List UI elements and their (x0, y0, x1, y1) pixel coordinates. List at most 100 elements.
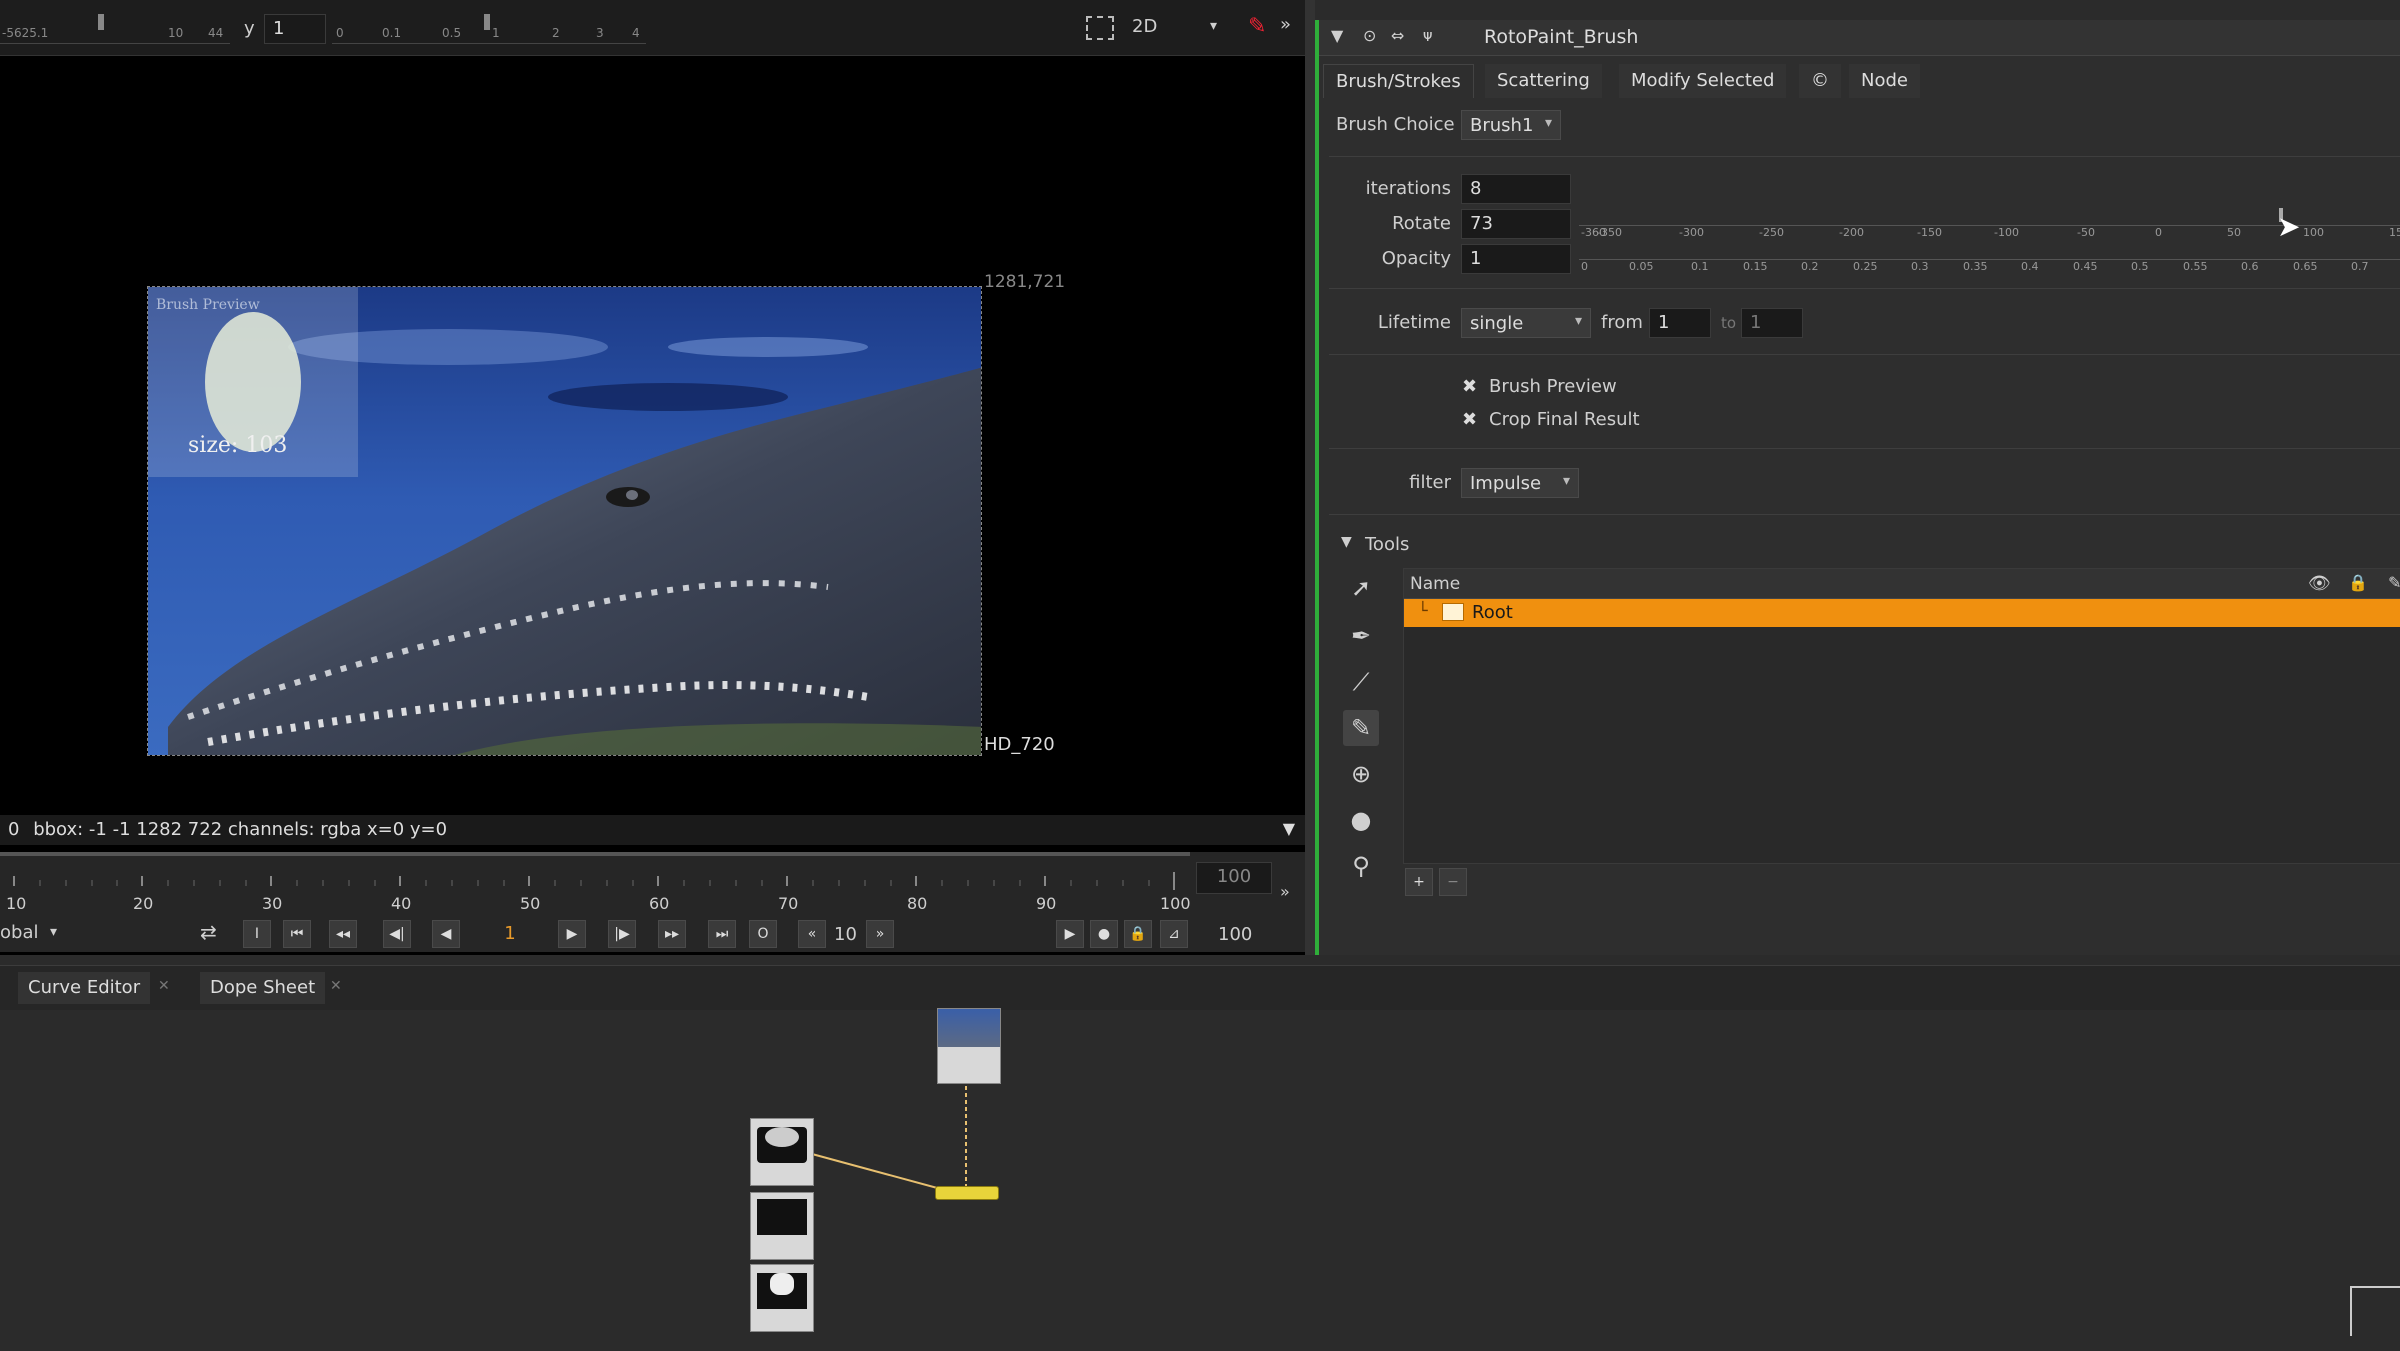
slider-track (1579, 252, 2400, 260)
ruler-handle[interactable] (98, 14, 104, 30)
expand-down-icon[interactable]: » (1280, 882, 1290, 901)
divider (1329, 448, 2400, 449)
last-frame-icon[interactable]: ⏭ (708, 920, 736, 948)
brush-node-2[interactable] (750, 1192, 814, 1260)
tab-copyright[interactable]: © (1799, 64, 1841, 98)
opacity-field[interactable]: 1 (1461, 244, 1571, 274)
brush-tool-icon[interactable]: ✎ (1343, 710, 1379, 746)
x-ruler[interactable]: -5625.1 10 44 (0, 10, 230, 44)
viewer-splitter[interactable] (1305, 0, 1315, 955)
brush-preview-checkbox[interactable]: ✖ (1462, 376, 1477, 397)
tree-header-name[interactable]: Name (1410, 574, 1460, 594)
tree-header: Name 👁 🔒 ✎ (1404, 569, 2400, 599)
iterations-field[interactable]: 8 (1461, 174, 1571, 204)
playback-range-icon[interactable]: ▶ (1056, 920, 1084, 948)
dodge-icon[interactable]: ⚲ (1343, 848, 1379, 884)
ruler-tick: 0.1 (382, 26, 402, 40)
in-point-button[interactable]: I (243, 920, 271, 948)
blur-drop-icon[interactable]: ● (1343, 802, 1379, 838)
edit-icon[interactable]: ✎ (2388, 573, 2400, 592)
rotate-field[interactable]: 73 (1461, 209, 1571, 239)
add-button[interactable]: + (1405, 868, 1433, 896)
brush-preview-label: Brush Preview (1489, 376, 1617, 397)
tools-label: Tools (1365, 534, 1410, 555)
node-header: ▼ ⊙ ⇔ ᴪ RotoPaint_Brush (1319, 20, 2400, 56)
current-frame-field[interactable]: 1 (480, 920, 540, 950)
global-select[interactable]: obal (0, 922, 38, 943)
remove-button[interactable]: − (1439, 868, 1467, 896)
loop-icon[interactable]: ⇄ (200, 920, 217, 944)
next-keyframe-icon[interactable]: ▸▸ (658, 920, 686, 948)
crop-final-checkbox[interactable]: ✖ (1462, 409, 1477, 430)
lock-icon[interactable]: 🔒 (2348, 573, 2368, 592)
filter-dropdown[interactable]: Impulse (1461, 468, 1579, 498)
frame-step-field[interactable]: 10 (834, 924, 857, 945)
out-point-button[interactable]: O (749, 920, 777, 948)
tab-scattering[interactable]: Scattering (1485, 64, 1602, 98)
record-icon[interactable]: ● (1090, 920, 1118, 948)
expand-icon[interactable]: » (1280, 14, 1291, 35)
end-frame-box[interactable]: 100 (1196, 862, 1272, 894)
roi-icon[interactable] (1086, 16, 1114, 40)
collapse-icon[interactable]: ▼ (1331, 26, 1343, 45)
slider-tick: -300 (1679, 226, 1704, 239)
prev-keyframe-icon[interactable]: ◂◂ (329, 920, 357, 948)
frame-ruler[interactable] (0, 870, 1190, 892)
clone-icon[interactable]: ⊕ (1343, 756, 1379, 792)
tab-brush-strokes[interactable]: Brush/Strokes (1323, 64, 1474, 98)
viewer-image[interactable]: Brush Preview size: 103 (147, 286, 982, 756)
tree-row-root[interactable]: └ Root (1404, 599, 2400, 627)
timeline-range-bar[interactable] (0, 852, 1190, 856)
divider (1329, 354, 2400, 355)
slider-tick: 0 (1581, 260, 1588, 273)
from-field[interactable]: 1 (1649, 308, 1711, 338)
opacity-slider[interactable]: 0 0.05 0.1 0.15 0.2 0.25 0.3 0.35 0.4 0.… (1579, 252, 2400, 276)
read-node-image[interactable] (937, 1008, 1001, 1084)
navigator-frame[interactable] (2350, 1286, 2400, 1336)
skip-back-icon[interactable]: « (798, 920, 826, 948)
step-back-icon[interactable]: ◀| (383, 920, 411, 948)
brush-node-1[interactable] (750, 1118, 814, 1186)
lock-icon[interactable]: 🔒 (1124, 920, 1152, 948)
play-forward-icon[interactable]: ▶ (558, 920, 586, 948)
chevron-down-icon[interactable]: ▾ (1210, 18, 1217, 34)
view-mode-select[interactable]: 2D (1132, 16, 1157, 37)
y-field[interactable]: 1 (264, 14, 326, 44)
select-arrow-icon[interactable]: ➚ (1343, 570, 1379, 606)
bezier-icon[interactable]: ⟋ (1343, 664, 1379, 700)
to-field[interactable]: 1 (1741, 308, 1803, 338)
tab-node[interactable]: Node (1849, 64, 1920, 98)
tool-icon[interactable]: ᴪ (1423, 26, 1432, 45)
pen-tool-icon[interactable]: ✒ (1343, 618, 1379, 654)
bypass-icon[interactable]: ⇔ (1391, 26, 1404, 45)
chevron-down-icon[interactable]: ▾ (50, 924, 57, 940)
rotopaint-node[interactable] (935, 1186, 999, 1200)
paint-brush-icon[interactable]: ✎ (1248, 14, 1266, 39)
lifetime-dropdown[interactable]: single (1461, 308, 1591, 338)
collapse-icon[interactable]: ▼ (1341, 534, 1352, 550)
folder-icon (1442, 603, 1464, 621)
brush-node-3[interactable] (750, 1264, 814, 1332)
skip-forward-icon[interactable]: » (866, 920, 894, 948)
node-name-field[interactable]: RotoPaint_Brush (1484, 26, 1638, 48)
ruler-handle[interactable] (484, 14, 490, 30)
chevron-down-icon[interactable]: ▼ (1283, 819, 1295, 838)
fps-icon[interactable]: ⊿ (1160, 920, 1188, 948)
first-frame-icon[interactable]: ⏮ (283, 920, 311, 948)
node-connections (811, 1086, 967, 1198)
play-backward-icon[interactable]: ◀ (432, 920, 460, 948)
slider-tick: 0.65 (2293, 260, 2318, 273)
stroke-tree: Name 👁 🔒 ✎ └ Root (1403, 568, 2400, 864)
tab-modify-selected[interactable]: Modify Selected (1619, 64, 1787, 98)
crocodile-image (148, 287, 981, 755)
node-thumbnail (938, 1009, 1000, 1047)
slider-tick: -50 (2077, 226, 2095, 239)
slider-tick: 0 (2155, 226, 2162, 239)
brush-choice-dropdown[interactable]: Brush1 (1461, 110, 1561, 140)
circle-icon[interactable]: ⊙ (1363, 26, 1376, 45)
eye-icon[interactable]: 👁 (2308, 573, 2331, 594)
y-ruler[interactable]: 0 0.1 0.5 1 2 3 4 (332, 10, 646, 44)
step-forward-icon[interactable]: |▶ (608, 920, 636, 948)
slider-tick: -350 (1597, 226, 1622, 239)
frame-tick: 70 (778, 894, 799, 913)
